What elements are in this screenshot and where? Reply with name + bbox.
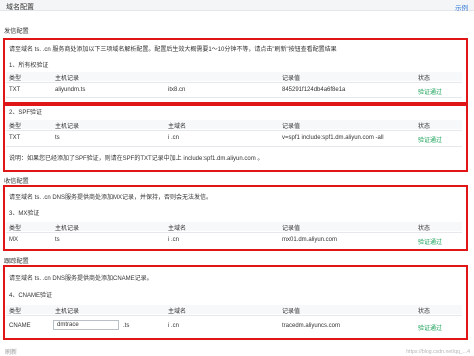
col-host: 主机记录 (55, 124, 80, 130)
cname-value: tracedm.aliyuncs.com (282, 323, 341, 329)
col-domain: 主域名 (168, 309, 187, 315)
divider (6, 97, 462, 98)
page-header: 域名配置 示例 (0, 0, 474, 12)
col-host: 主机记录 (55, 76, 80, 82)
section-heading-receiving: 收信配置 (4, 178, 29, 185)
spf-title: 2、SPF验证 (9, 110, 43, 116)
spf-type: TXT (9, 135, 21, 141)
divider (6, 130, 462, 131)
divider (6, 146, 462, 147)
cname-host-input[interactable]: dmtrace (53, 320, 119, 330)
ownership-type: TXT (9, 87, 21, 93)
mx-title: 3、MX验证 (9, 211, 40, 217)
col-type: 类型 (9, 226, 22, 232)
col-status: 状态 (418, 124, 431, 130)
ownership-value: 845291f124db4a6f8e1a (282, 87, 346, 93)
spf-note: 说明：如果您已经添加了SPF验证，则请在SPF的TXT记录中加上 include… (9, 156, 264, 162)
col-type: 类型 (9, 76, 22, 82)
section-heading-sending: 发信配置 (4, 28, 29, 35)
watermark-text: https://blog.csdn.net/qq_...4 (406, 349, 470, 355)
cname-type: CNAME (9, 323, 31, 329)
ownership-host: aliyundm.ts (55, 87, 86, 93)
cname-title: 4、CNAME验证 (9, 293, 53, 299)
mx-value: mx01.dm.aliyun.com (282, 237, 338, 243)
col-value: 记录值 (282, 76, 301, 82)
sending-notice: 请至域名 ts. .cn 服务商处添加以下三项域名解析配置。配置后生效大概需要1… (9, 47, 337, 53)
col-value: 记录值 (282, 226, 301, 232)
divider (6, 232, 462, 233)
col-domain: 主域名 (168, 226, 187, 232)
col-domain: 主域名 (168, 124, 187, 130)
mx-domain: i .cn (168, 237, 180, 243)
receiving-notice: 请至域名 ts. .cn DNS服务提供商处添加MX记录，并保持，否则会无法发信… (9, 195, 213, 201)
refresh-link[interactable]: 刷新 (5, 347, 17, 356)
section-heading-tracking: 跟踪配置 (4, 258, 29, 265)
col-status: 状态 (418, 76, 431, 82)
mx-status-badge: 验证通过 (418, 240, 443, 246)
cname-domain: i .cn (168, 323, 180, 329)
ownership-title: 1、所有权验证 (9, 63, 49, 69)
cname-status-badge: 验证通过 (418, 326, 443, 332)
col-type: 类型 (9, 124, 22, 130)
page-title: 域名配置 (6, 4, 34, 11)
spf-value: v=spf1 include:spf1.dm.aliyun.com -all (282, 135, 384, 141)
col-value: 记录值 (282, 124, 301, 130)
cname-host-suffix: .ts (123, 323, 130, 329)
col-type: 类型 (9, 309, 22, 315)
mx-host: ts (55, 237, 60, 243)
divider (6, 315, 462, 316)
help-link[interactable]: 示例 (455, 2, 468, 12)
spf-domain: i .cn (168, 135, 180, 141)
ownership-domain: itx8.cn (168, 87, 186, 93)
divider (6, 82, 462, 83)
ownership-status-badge: 验证通过 (418, 90, 443, 96)
col-host: 主机记录 (55, 309, 80, 315)
tracking-notice: 请至域名 ts. .cn DNS服务提供商处添加CNAME记录。 (9, 276, 153, 282)
col-status: 状态 (418, 226, 431, 232)
spf-status-badge: 验证通过 (418, 138, 443, 144)
spf-host: ts (55, 135, 60, 141)
mx-type: MX (9, 237, 18, 243)
col-value: 记录值 (282, 309, 301, 315)
col-status: 状态 (418, 309, 431, 315)
col-host: 主机记录 (55, 226, 80, 232)
